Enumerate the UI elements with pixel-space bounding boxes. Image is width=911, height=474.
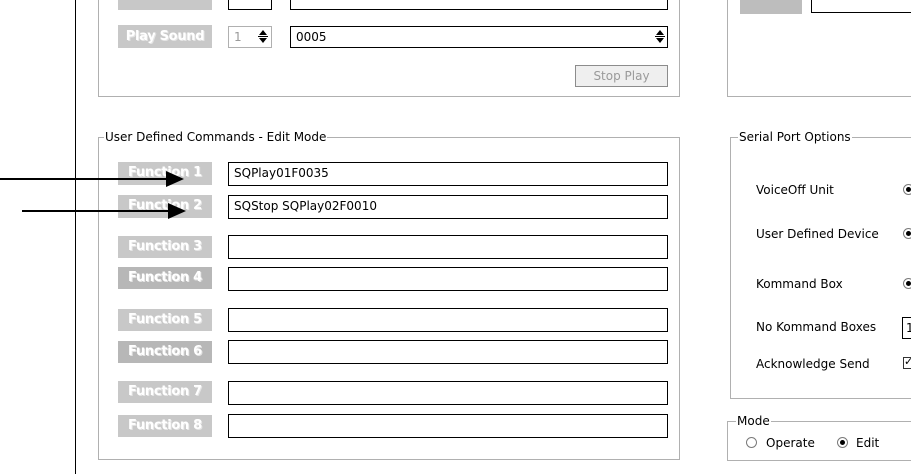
spin-down-icon — [259, 38, 267, 43]
serial-port-options-legend: Serial Port Options — [738, 130, 852, 144]
play-sound-number-spinner[interactable] — [256, 26, 270, 48]
user-defined-device-label: User Defined Device — [756, 227, 879, 241]
stop-play-button[interactable]: Stop Play — [575, 65, 668, 87]
edit-radio[interactable] — [837, 437, 848, 448]
user-defined-device-radio[interactable] — [903, 228, 911, 239]
annotation-arrow-2-line — [22, 210, 172, 212]
function-2-value: SQStop SQPlay02F0010 — [234, 199, 377, 213]
operate-label: Operate — [766, 436, 815, 450]
function-6-field[interactable] — [228, 340, 668, 364]
top-cut-button[interactable] — [118, 0, 212, 10]
annotation-arrow-2-head-icon — [168, 203, 186, 219]
function-1-field[interactable]: SQPlay01F0035 — [228, 162, 668, 186]
function-2-button[interactable]: Function 2 — [118, 195, 212, 218]
function-4-field[interactable] — [228, 267, 668, 291]
spin-down-icon — [656, 38, 664, 43]
no-kommand-boxes-label: No Kommand Boxes — [756, 320, 877, 334]
acknowledge-send-label: Acknowledge Send — [756, 357, 870, 371]
spin-up-icon — [259, 30, 267, 35]
voiceoff-unit-label: VoiceOff Unit — [756, 183, 834, 197]
function-5-button[interactable]: Function 5 — [118, 309, 212, 331]
no-kommand-boxes-field[interactable]: 1 — [902, 317, 911, 339]
top-cut-text-field[interactable] — [290, 0, 668, 10]
edit-label: Edit — [856, 436, 880, 450]
play-sound-text-value: 0005 — [296, 30, 327, 44]
mode-legend: Mode — [736, 414, 771, 428]
right-top-cut-button[interactable] — [740, 0, 802, 14]
right-top-group-frame — [727, 0, 911, 97]
function-8-field[interactable] — [228, 414, 668, 438]
function-1-button[interactable]: Function 1 — [118, 162, 212, 185]
annotation-arrow-1-head-icon — [166, 171, 184, 187]
kommand-box-label: Kommand Box — [756, 277, 843, 291]
user-defined-commands-legend: User Defined Commands - Edit Mode — [104, 130, 328, 144]
spin-up-icon — [656, 30, 664, 35]
top-cut-field[interactable] — [228, 0, 272, 10]
play-sound-button[interactable]: Play Sound — [118, 25, 212, 48]
function-7-button[interactable]: Function 7 — [118, 381, 212, 403]
function-7-field[interactable] — [228, 381, 668, 405]
function-8-button[interactable]: Function 8 — [118, 415, 212, 437]
function-3-field[interactable] — [228, 235, 668, 259]
function-5-field[interactable] — [228, 308, 668, 332]
kommand-box-radio[interactable] — [903, 278, 911, 289]
operate-radio[interactable] — [746, 437, 757, 448]
function-4-button[interactable]: Function 4 — [118, 267, 212, 289]
acknowledge-send-checkbox[interactable]: ✓ — [903, 355, 911, 369]
right-top-cut-field[interactable] — [811, 0, 911, 13]
function-2-field[interactable]: SQStop SQPlay02F0010 — [228, 195, 668, 219]
left-divider-line — [75, 0, 76, 474]
no-kommand-boxes-value: 1 — [906, 321, 911, 335]
annotation-arrow-1-line — [0, 178, 170, 180]
play-sound-text-spinner[interactable] — [653, 26, 667, 48]
voiceoff-unit-radio[interactable] — [903, 184, 911, 195]
checkmark-icon: ✓ — [904, 355, 911, 368]
function-1-value: SQPlay01F0035 — [234, 166, 329, 180]
function-6-button[interactable]: Function 6 — [118, 341, 212, 363]
play-sound-number-value: 1 — [234, 30, 242, 44]
function-3-button[interactable]: Function 3 — [118, 236, 212, 258]
play-sound-text-field[interactable]: 0005 — [290, 26, 668, 48]
